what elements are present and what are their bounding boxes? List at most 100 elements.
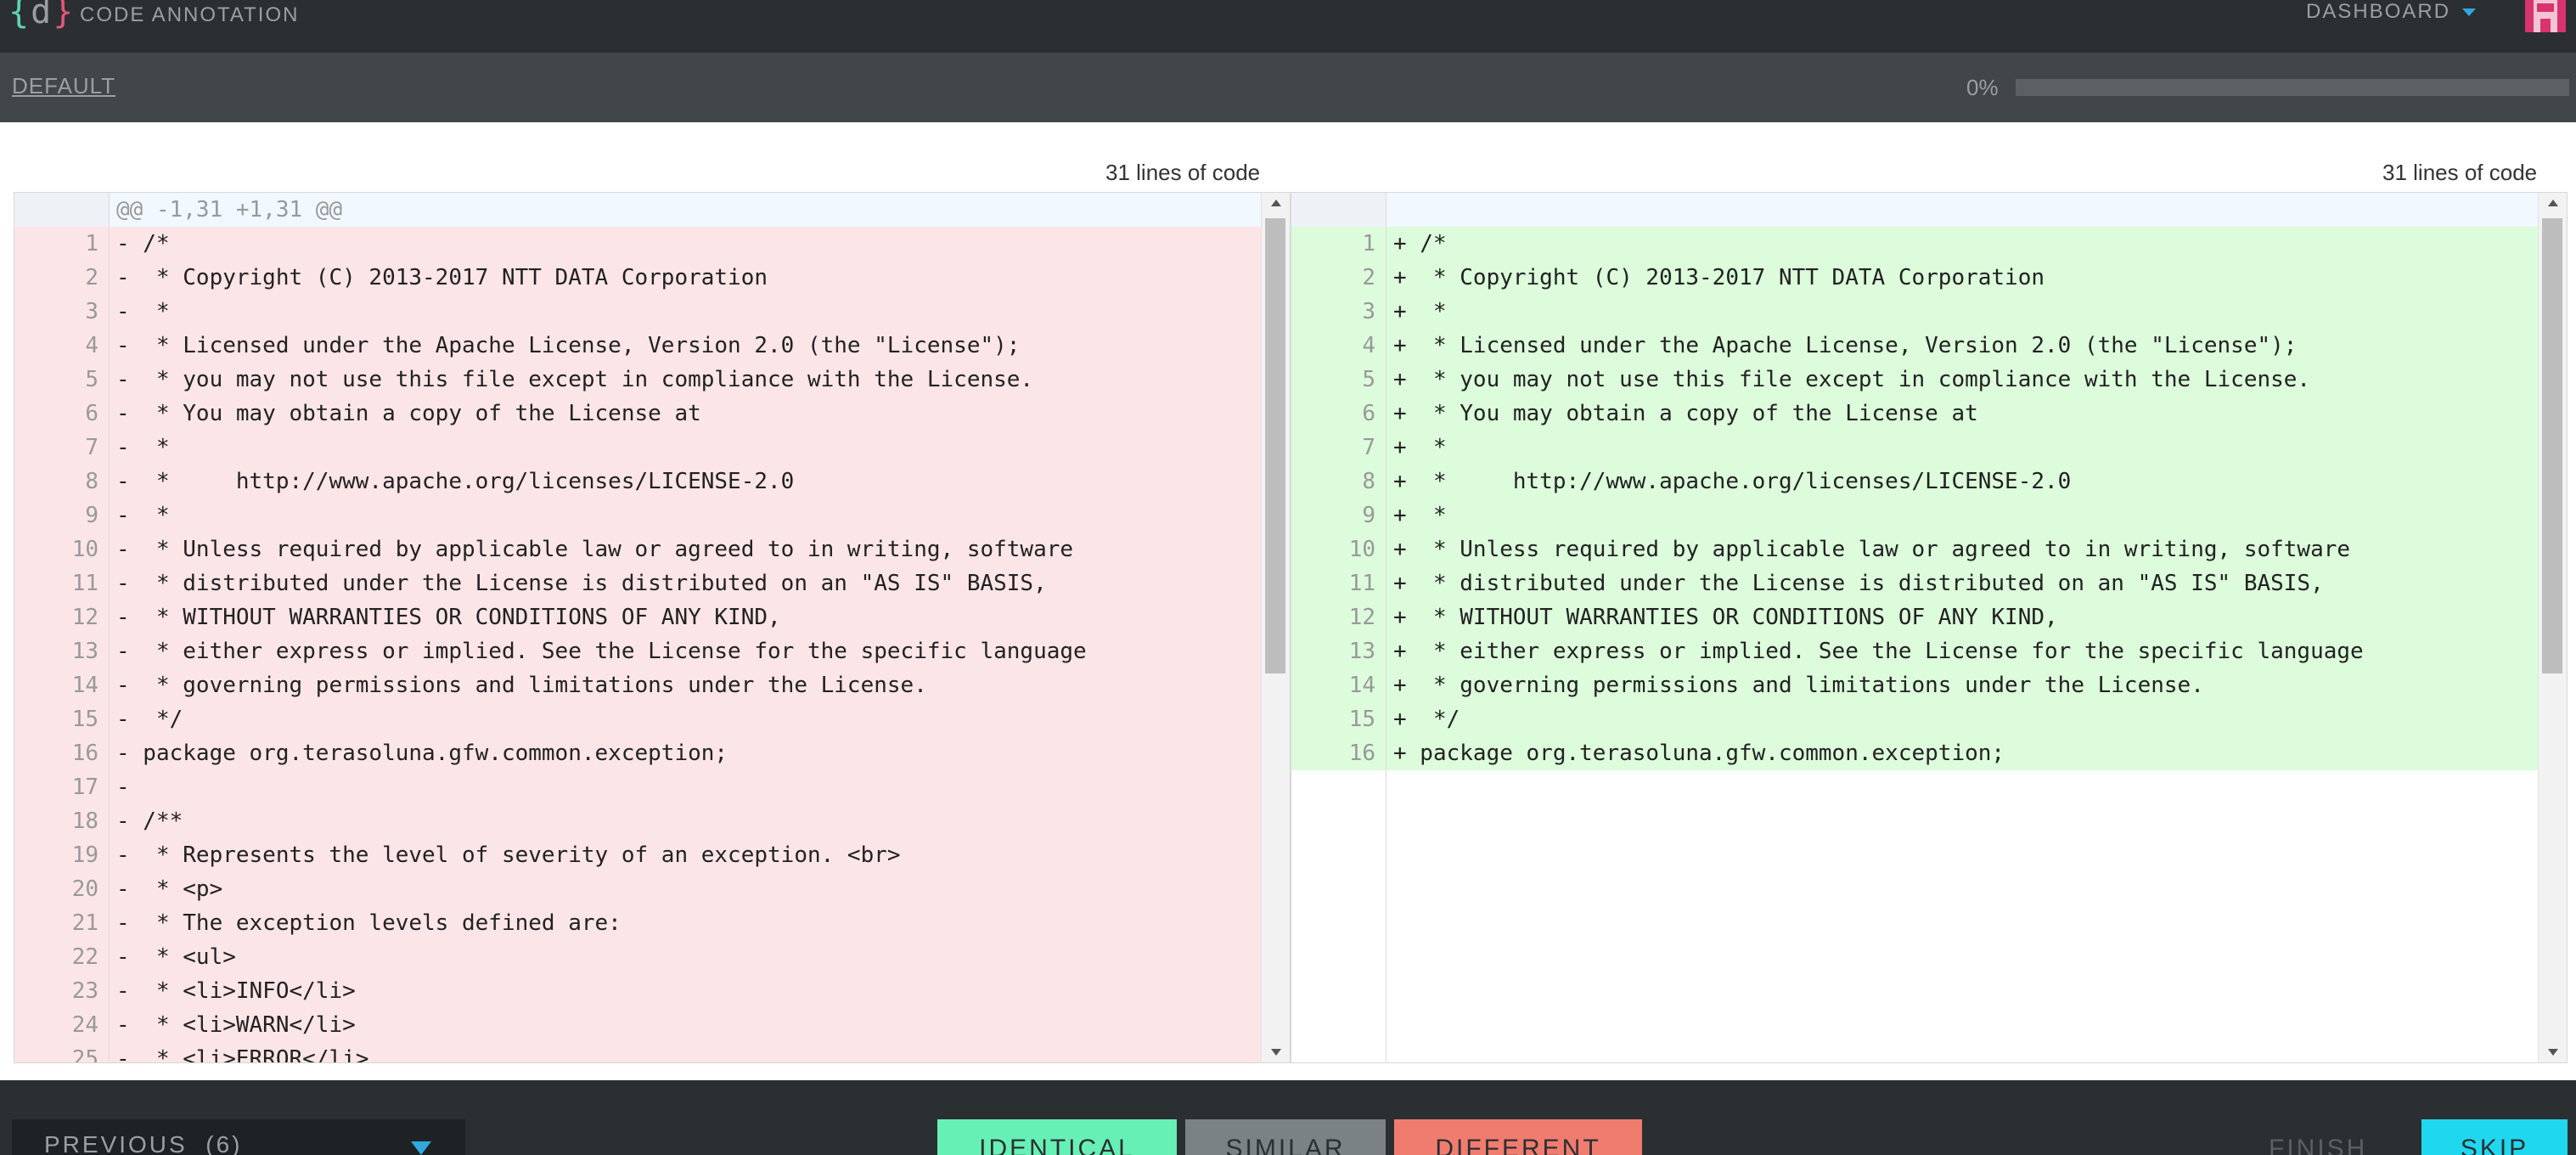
code-text: + package org.terasoluna.gfw.common.exce… [1393,741,2005,766]
code-line: 11 + * distributed under the License is d… [1291,566,2538,600]
code-text: + * [1393,435,1447,460]
hunk-gutter [14,193,110,227]
avatar-pixel [2540,19,2551,32]
line-number: 2 [14,261,110,295]
previous-dropdown[interactable]: PREVIOUS (6) [12,1119,465,1155]
code-text: - * [116,299,170,324]
different-button[interactable]: DIFFERENT [1394,1119,1642,1155]
line-number: 11 [14,566,110,600]
avatar-pixel [2525,0,2534,32]
code-text: + * WITHOUT WARRANTIES OR CONDITIONS OF … [1393,605,2058,630]
code-text: - [116,775,130,800]
line-number: 2 [1291,261,1386,295]
hunk-gutter [1291,193,1386,227]
line-number: 11 [1291,566,1386,600]
code-line: 8 + * http://www.apache.org/licenses/LICE… [1291,465,2538,499]
line-number: 4 [1291,329,1386,363]
code-text: - * distributed under the License is dis… [116,571,1047,596]
code-line: 2 + * Copyright (C) 2013-2017 NTT DATA Co… [1291,261,2538,295]
code-text: - * either express or implied. See the L… [116,639,1087,664]
code-line: 10- * Unless required by applicable law … [14,532,1261,566]
caret-down-icon[interactable] [411,1141,431,1155]
code-line: 16- package org.terasoluna.gfw.common.ex… [14,736,1261,770]
task-bar: DEFAULT 0% [0,53,2576,122]
code-line: 9 + * [1291,499,2538,532]
code-line: 17- [14,770,1261,804]
progress-bar [2016,79,2569,96]
code-line: 2- * Copyright (C) 2013-2017 NTT DATA Co… [14,261,1261,295]
code-line: 4 + * Licensed under the Apache License, … [1291,329,2538,363]
line-number: 14 [1291,668,1386,702]
code-line: 15 + */ [1291,702,2538,736]
code-line: 7- * [14,431,1261,465]
scroll-down-icon[interactable] [2548,1049,2558,1056]
code-text: + * [1393,503,1447,528]
code-line: 14 + * governing permissions and limitati… [1291,668,2538,702]
line-number: 10 [14,532,110,566]
line-number: 19 [14,838,110,872]
line-number: 25 [14,1042,110,1062]
line-number: 4 [14,329,110,363]
code-text: - * [116,503,170,528]
code-line: 16 + package org.terasoluna.gfw.common.ex… [1291,736,2538,770]
app-logo[interactable]: {d} [8,0,73,29]
task-name-link[interactable]: DEFAULT [12,73,115,99]
line-number: 16 [14,736,110,770]
code-line: 18- /** [14,804,1261,838]
line-number: 21 [14,906,110,940]
similar-button[interactable]: SIMILAR [1185,1119,1386,1155]
code-text: - package org.terasoluna.gfw.common.exce… [116,741,728,766]
code-text: + /* [1393,231,1447,256]
dashboard-menu[interactable]: DASHBOARD [2306,0,2477,24]
scroll-thumb[interactable] [1265,218,1285,673]
code-line: 12 + * WITHOUT WARRANTIES OR CONDITIONS O… [1291,600,2538,634]
code-line: 25 - * <li>ERROR</li> [14,1042,1261,1062]
line-number: 3 [14,295,110,329]
line-number: 1 [14,227,110,261]
code-line: 6 + * You may obtain a copy of the Licens… [1291,397,2538,431]
right-hunk-header [1291,193,2567,227]
avatar[interactable] [2525,0,2566,32]
left-scrollbar[interactable] [1261,193,1290,1062]
code-line: 7 + * [1291,431,2538,465]
line-number: 7 [1291,431,1386,465]
right-code-pane[interactable]: 1 + /* 2 + * Copyright (C) 2013-2017 NTT DA… [1291,192,2568,1063]
skip-button[interactable]: SKIP [2421,1119,2568,1155]
code-text: + * you may not use this file except in … [1393,367,2311,392]
code-text: - */ [116,707,183,732]
code-text: + * Copyright (C) 2013-2017 NTT DATA Cor… [1393,265,2045,290]
code-line: 6- * You may obtain a copy of the Licens… [14,397,1261,431]
line-number: 16 [1291,736,1386,770]
code-text: + * http://www.apache.org/licenses/LICEN… [1393,469,2072,494]
line-number: 8 [14,465,110,499]
line-number: 3 [1291,295,1386,329]
logo-letter: d [31,0,52,31]
finish-button[interactable]: FINISH [2269,1135,2367,1155]
scroll-up-icon[interactable] [2548,200,2558,206]
right-scrollbar[interactable] [2538,193,2567,1062]
code-line: 10 + * Unless required by applicable law … [1291,532,2538,566]
right-lines-count: 31 lines of code [2382,160,2538,185]
line-number: 14 [14,668,110,702]
code-line: 12- * WITHOUT WARRANTIES OR CONDITIONS O… [14,600,1261,634]
hunk-header-text: @@ -1,31 +1,31 @@ [116,197,343,223]
code-text: - * WITHOUT WARRANTIES OR CONDITIONS OF … [116,605,781,630]
scroll-up-icon[interactable] [1271,200,1281,206]
code-line: 24- * <li>WARN</li> [14,1008,1261,1042]
line-number: 20 [14,872,110,906]
code-text: + * [1393,299,1447,324]
action-bar: PREVIOUS (6) IDENTICAL SIMILAR DIFFERENT… [0,1080,2576,1155]
code-line: 20- * <p> [14,872,1261,906]
code-line: 5 + * you may not use this file except in… [1291,363,2538,397]
code-line: 1 + /* [1291,227,2538,261]
scroll-down-icon[interactable] [1271,1049,1281,1056]
code-text: + * governing permissions and limitation… [1393,673,2204,698]
code-line: 9- * [14,499,1261,532]
code-text: + * Unless required by applicable law or… [1393,537,2351,562]
scroll-thumb[interactable] [2542,218,2562,673]
code-line: 15- */ [14,702,1261,736]
line-number: 12 [1291,600,1386,634]
identical-button[interactable]: IDENTICAL [937,1119,1177,1155]
left-code-pane[interactable]: @@ -1,31 +1,31 @@ 1- /* 2- * Copyright (C… [14,192,1291,1063]
code-text: - * Unless required by applicable law or… [116,537,1074,562]
